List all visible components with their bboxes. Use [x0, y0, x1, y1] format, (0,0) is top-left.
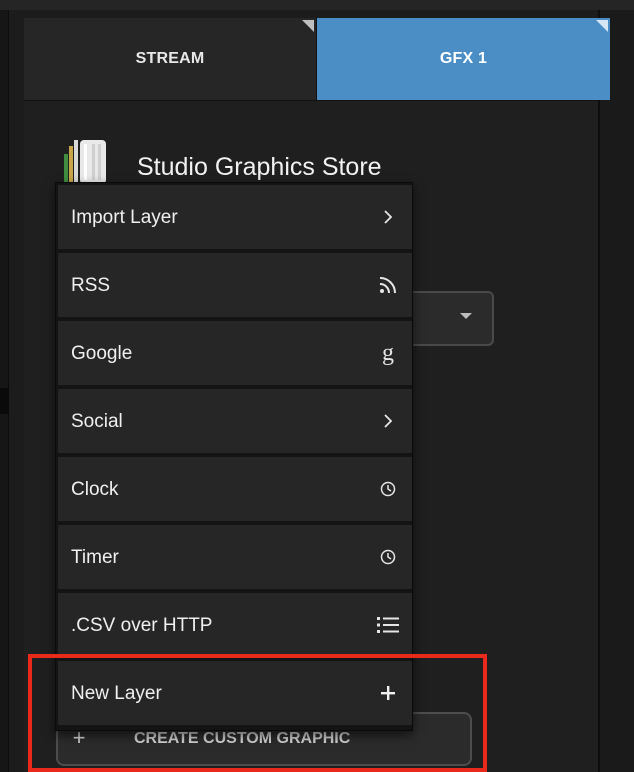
menu-item-import-layer[interactable]: Import Layer	[58, 185, 412, 249]
app-panel: STREAM GFX 1 Studio Graphics Store + CRE…	[0, 0, 634, 772]
list-icon	[376, 611, 400, 639]
menu-item-label: Timer	[71, 547, 119, 568]
right-pane	[598, 10, 634, 772]
menu-item-timer[interactable]: Timer	[58, 525, 412, 589]
menu-item-label: Google	[71, 343, 133, 364]
chevron-down-icon	[460, 313, 472, 319]
rss-icon	[376, 271, 400, 299]
menu-item-label: RSS	[71, 275, 111, 296]
highlight-annotation-box	[28, 654, 487, 772]
google-icon: g	[382, 339, 394, 366]
menu-item-label: Import Layer	[71, 207, 178, 228]
app-window: STREAM GFX 1 Studio Graphics Store + CRE…	[0, 0, 634, 772]
tab-corner-indicator	[596, 20, 608, 32]
tab-corner-indicator	[302, 20, 314, 32]
store-icon	[64, 140, 106, 184]
menu-item-label: .CSV over HTTP	[71, 615, 213, 636]
clock-icon	[376, 475, 400, 503]
chevron-right-icon	[376, 203, 400, 231]
menu-item-google[interactable]: Google g	[58, 321, 412, 385]
top-strip	[0, 0, 634, 10]
tab-stream-label: STREAM	[135, 50, 205, 67]
menu-item-label: Social	[71, 411, 123, 432]
chevron-right-icon	[376, 407, 400, 435]
tab-gfx-1[interactable]: GFX 1	[317, 18, 610, 100]
menu-item-csv-over-http[interactable]: .CSV over HTTP	[58, 593, 412, 657]
store-title[interactable]: Studio Graphics Store	[137, 153, 382, 182]
menu-item-label: Clock	[71, 479, 119, 500]
menu-item-rss[interactable]: RSS	[58, 253, 412, 317]
tab-stream[interactable]: STREAM	[24, 18, 317, 100]
tab-gfx-1-label: GFX 1	[439, 50, 488, 67]
menu-item-social[interactable]: Social	[58, 389, 412, 453]
clock-icon	[376, 543, 400, 571]
menu-item-clock[interactable]: Clock	[58, 457, 412, 521]
add-layer-menu: Import Layer RSS Google g Social Clock T…	[55, 182, 413, 731]
rail-handle[interactable]	[0, 388, 9, 414]
